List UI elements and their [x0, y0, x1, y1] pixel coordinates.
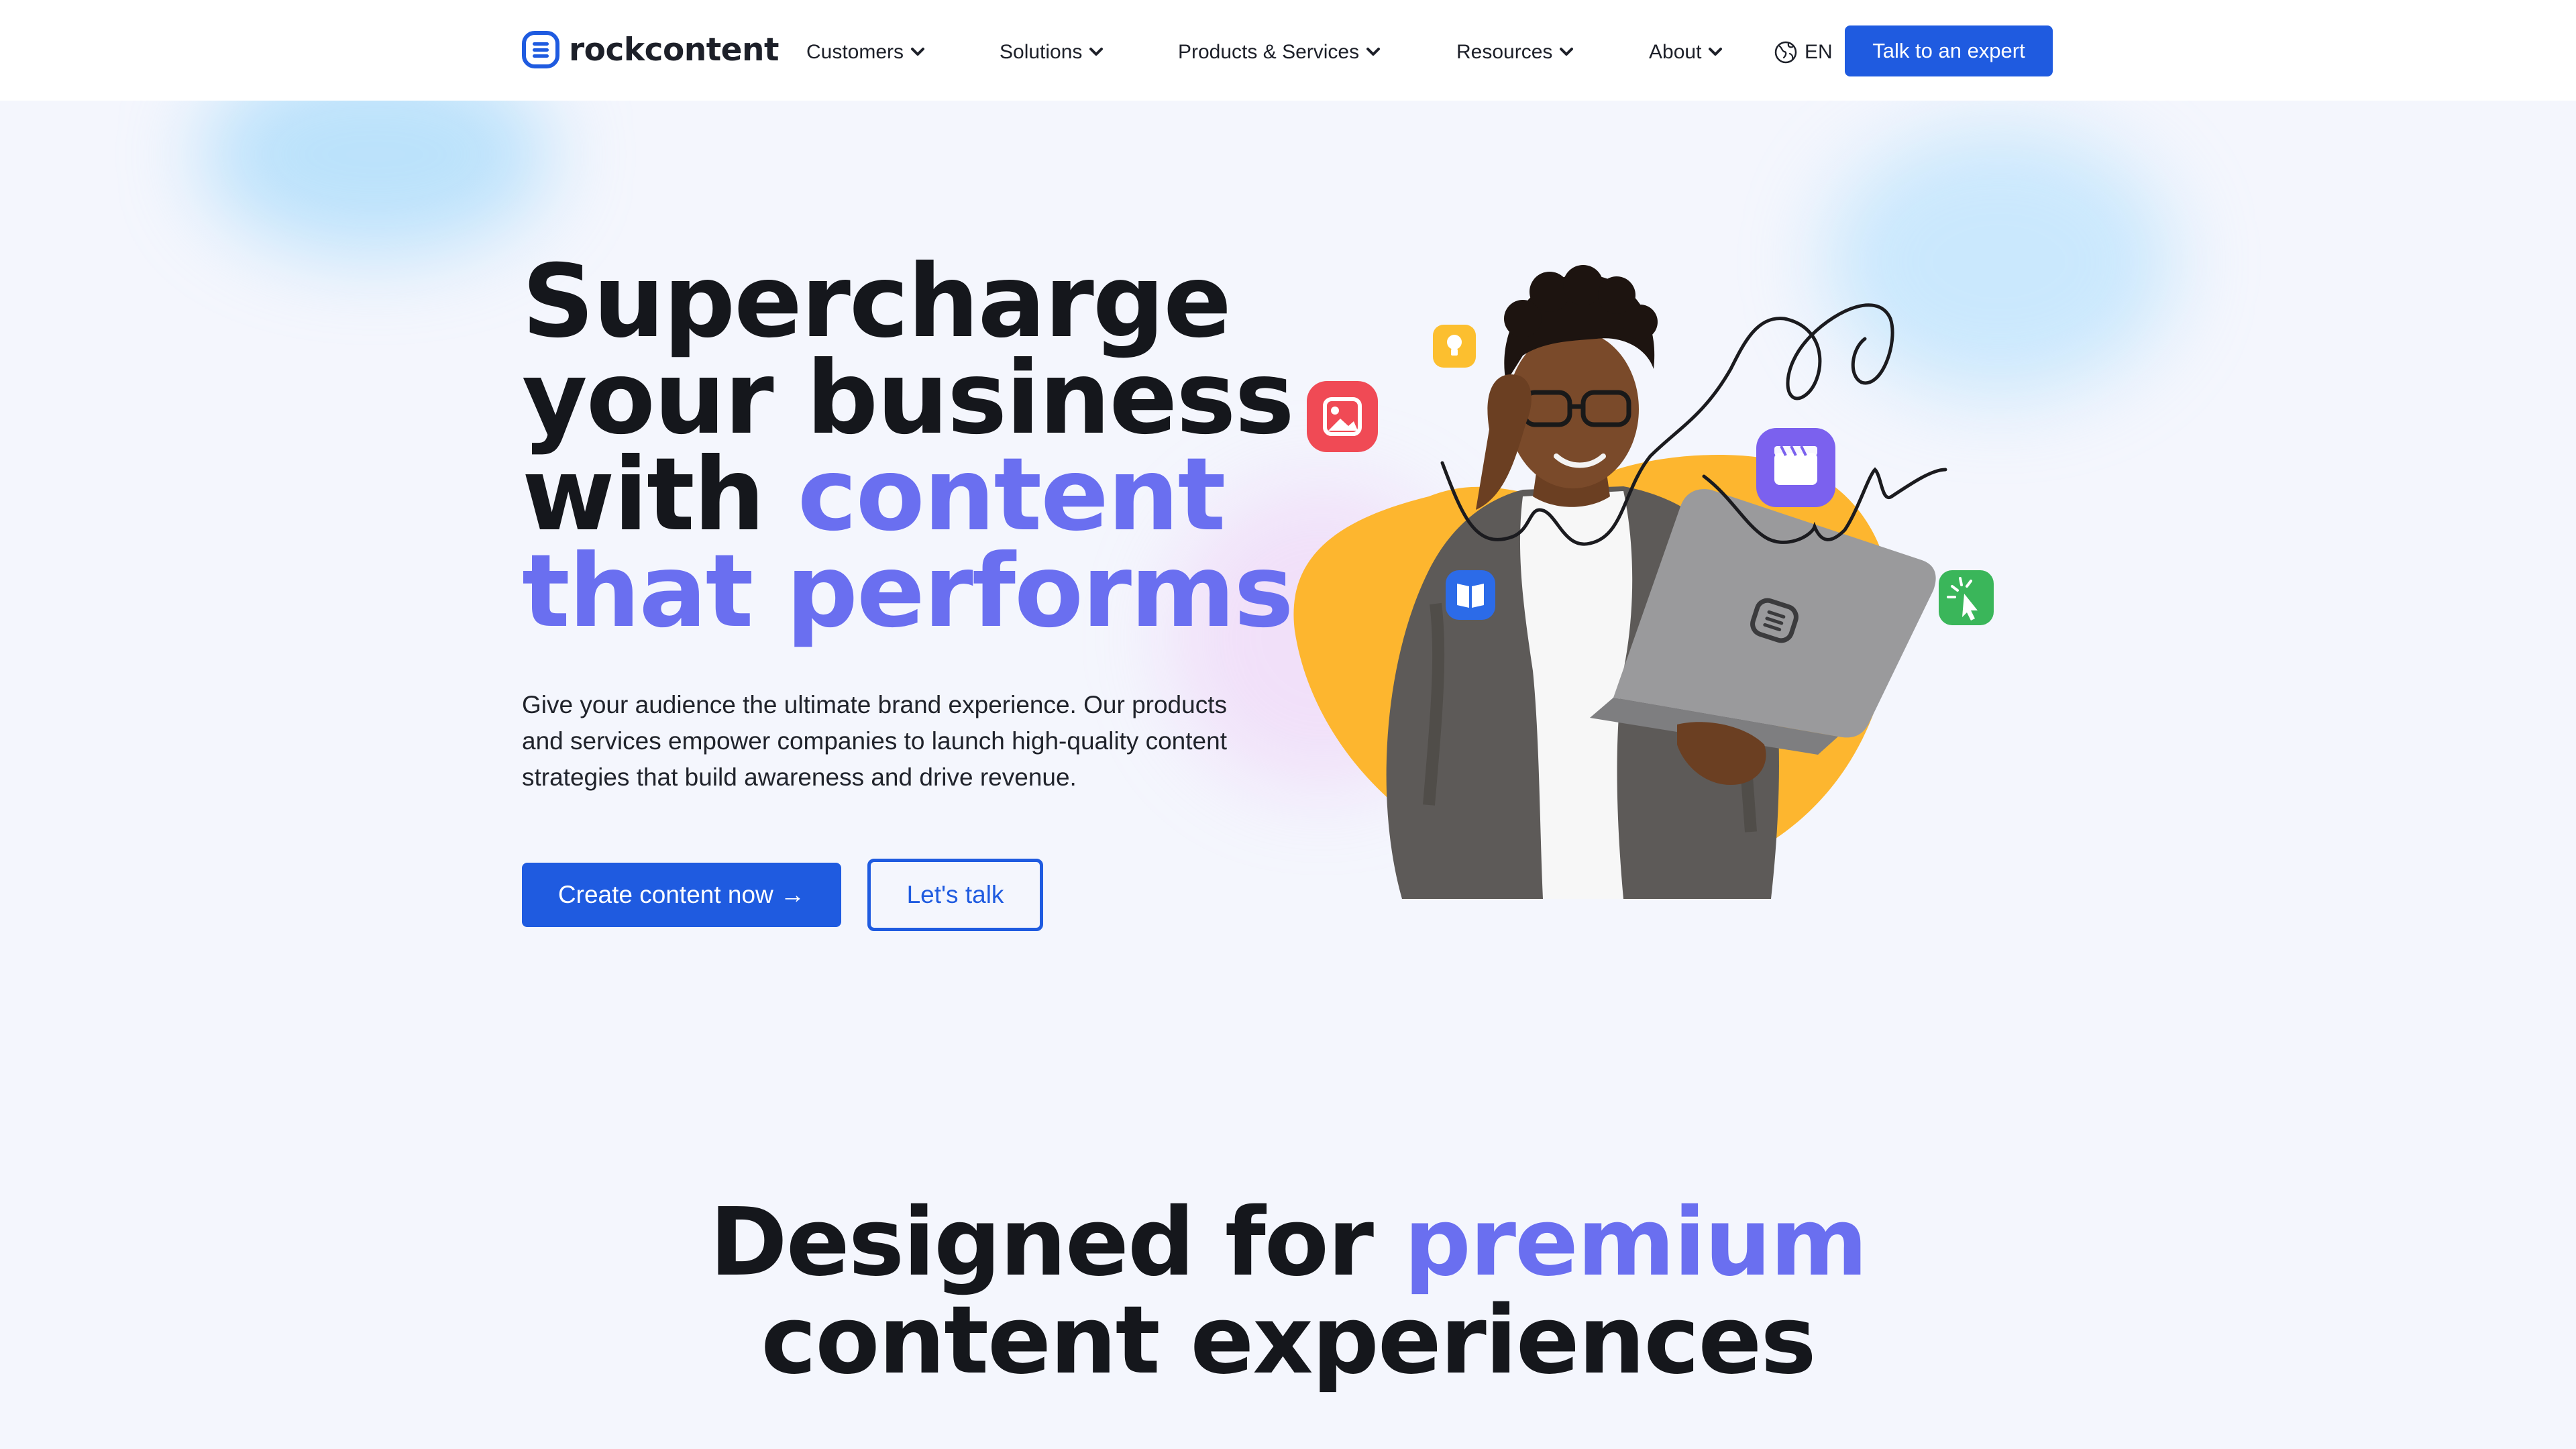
talk-to-expert-button[interactable]: Talk to an expert	[1845, 25, 2053, 76]
nav-products-services[interactable]: Products & Services	[1178, 38, 1381, 67]
headline-line-1: Supercharge	[522, 244, 1232, 360]
nav-customers[interactable]: Customers	[806, 38, 925, 67]
hero-subtitle: Give your audience the ultimate brand ex…	[522, 691, 1227, 791]
rockcontent-logo-icon	[522, 31, 559, 68]
chevron-down-icon	[1560, 48, 1574, 56]
language-label: EN	[1805, 41, 1833, 63]
headline-line-2: your business	[522, 340, 1295, 457]
section-title-plain: Designed for	[709, 1188, 1404, 1297]
logo-wordmark: rockcontent	[569, 31, 779, 68]
book-badge	[1446, 570, 1495, 620]
logo-link[interactable]: rockcontent	[522, 30, 779, 70]
nav-about[interactable]: About	[1649, 38, 1723, 67]
nav-about-label: About	[1649, 41, 1702, 63]
nav-resources[interactable]: Resources	[1456, 38, 1574, 67]
hero-illustration	[1293, 265, 1994, 899]
video-badge	[1756, 428, 1835, 507]
video-clapper-icon	[1774, 445, 1817, 485]
chevron-down-icon	[911, 48, 925, 56]
section-title-line-2: content experiences	[761, 1286, 1816, 1395]
nav-solutions[interactable]: Solutions	[1000, 38, 1104, 67]
image-badge	[1307, 381, 1378, 452]
section-title-line-1: Designed for premium	[0, 1194, 2576, 1292]
headline-line-4: that performs	[522, 533, 1294, 650]
globe-icon	[1774, 41, 1797, 64]
section-title-accent: premium	[1403, 1188, 1868, 1297]
chevron-down-icon	[1089, 48, 1104, 56]
nav-resources-label: Resources	[1456, 41, 1553, 63]
chevron-down-icon	[1366, 48, 1381, 56]
chevron-down-icon	[1709, 48, 1723, 56]
site-header: rockcontent Customers Solutions Products…	[0, 0, 2576, 101]
nav-solutions-label: Solutions	[1000, 41, 1083, 63]
headline-line-3: with content	[522, 445, 1293, 545]
create-content-button[interactable]: Create content now →	[522, 863, 841, 927]
nav-customers-label: Customers	[806, 41, 904, 63]
language-selector[interactable]: EN	[1774, 38, 1833, 67]
lets-talk-button[interactable]: Let's talk	[867, 859, 1043, 931]
lightbulb-badge	[1433, 325, 1476, 368]
click-badge	[1939, 570, 1994, 625]
nav-products-services-label: Products & Services	[1178, 41, 1360, 63]
section-title: Designed for premium content experiences	[0, 1194, 2576, 1390]
hero-headline: Supercharge your business with content t…	[522, 244, 1295, 650]
